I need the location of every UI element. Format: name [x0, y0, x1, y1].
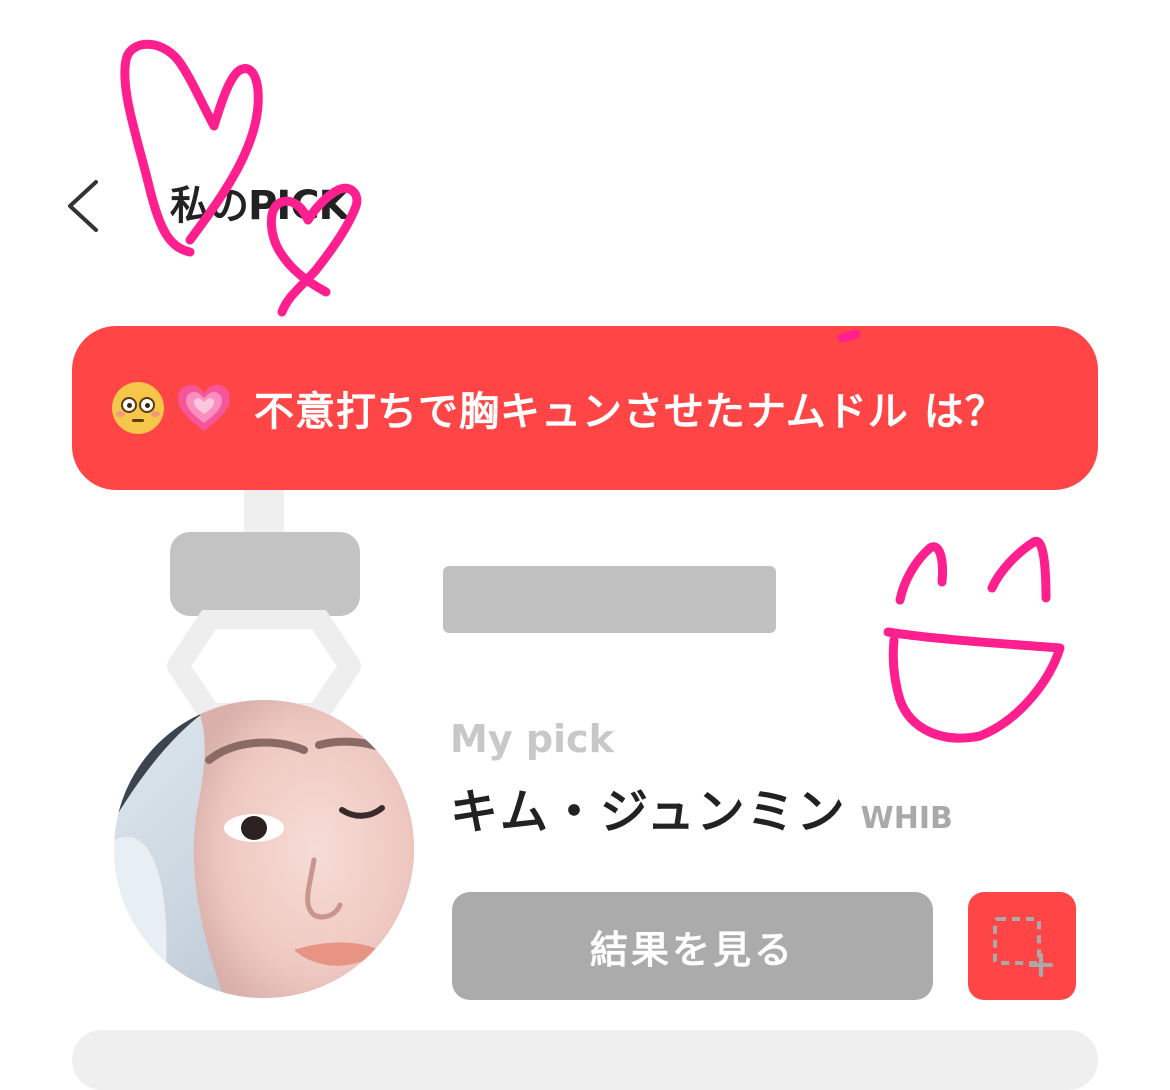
- avatar: [114, 700, 414, 998]
- name-placeholder: [443, 566, 776, 633]
- emoji-group: [112, 382, 232, 434]
- right-ear-doodle: [987, 536, 1051, 603]
- back-button[interactable]: [56, 172, 116, 238]
- chevron-left-icon: [68, 180, 98, 232]
- left-ear-doodle: [895, 542, 947, 605]
- smile-doodle: [883, 627, 1065, 743]
- pick-name-row: キム・ジュンミン WHIB: [450, 772, 953, 842]
- question-text: 不意打ちで胸キュンさせたナムドル は？: [254, 389, 1006, 435]
- level-badge-placeholder: [170, 532, 360, 616]
- avatar-photo: [114, 700, 414, 998]
- growing-heart-emoji: [178, 385, 230, 431]
- next-card: [72, 1030, 1098, 1090]
- page-title: 私のPICK: [170, 183, 350, 229]
- question-banner: 不意打ちで胸キュンさせたナムドル は？: [72, 326, 1098, 490]
- screenshot-capture-icon: [993, 917, 1053, 977]
- capture-button[interactable]: [968, 892, 1076, 1000]
- pick-group: WHIB: [860, 801, 953, 836]
- flushed-face-emoji: [112, 382, 164, 434]
- connector-bar: [244, 490, 284, 538]
- pick-name: キム・ジュンミン: [450, 784, 847, 840]
- my-pick-label: My pick: [450, 717, 614, 761]
- see-results-button[interactable]: 結果を見る: [452, 892, 933, 1000]
